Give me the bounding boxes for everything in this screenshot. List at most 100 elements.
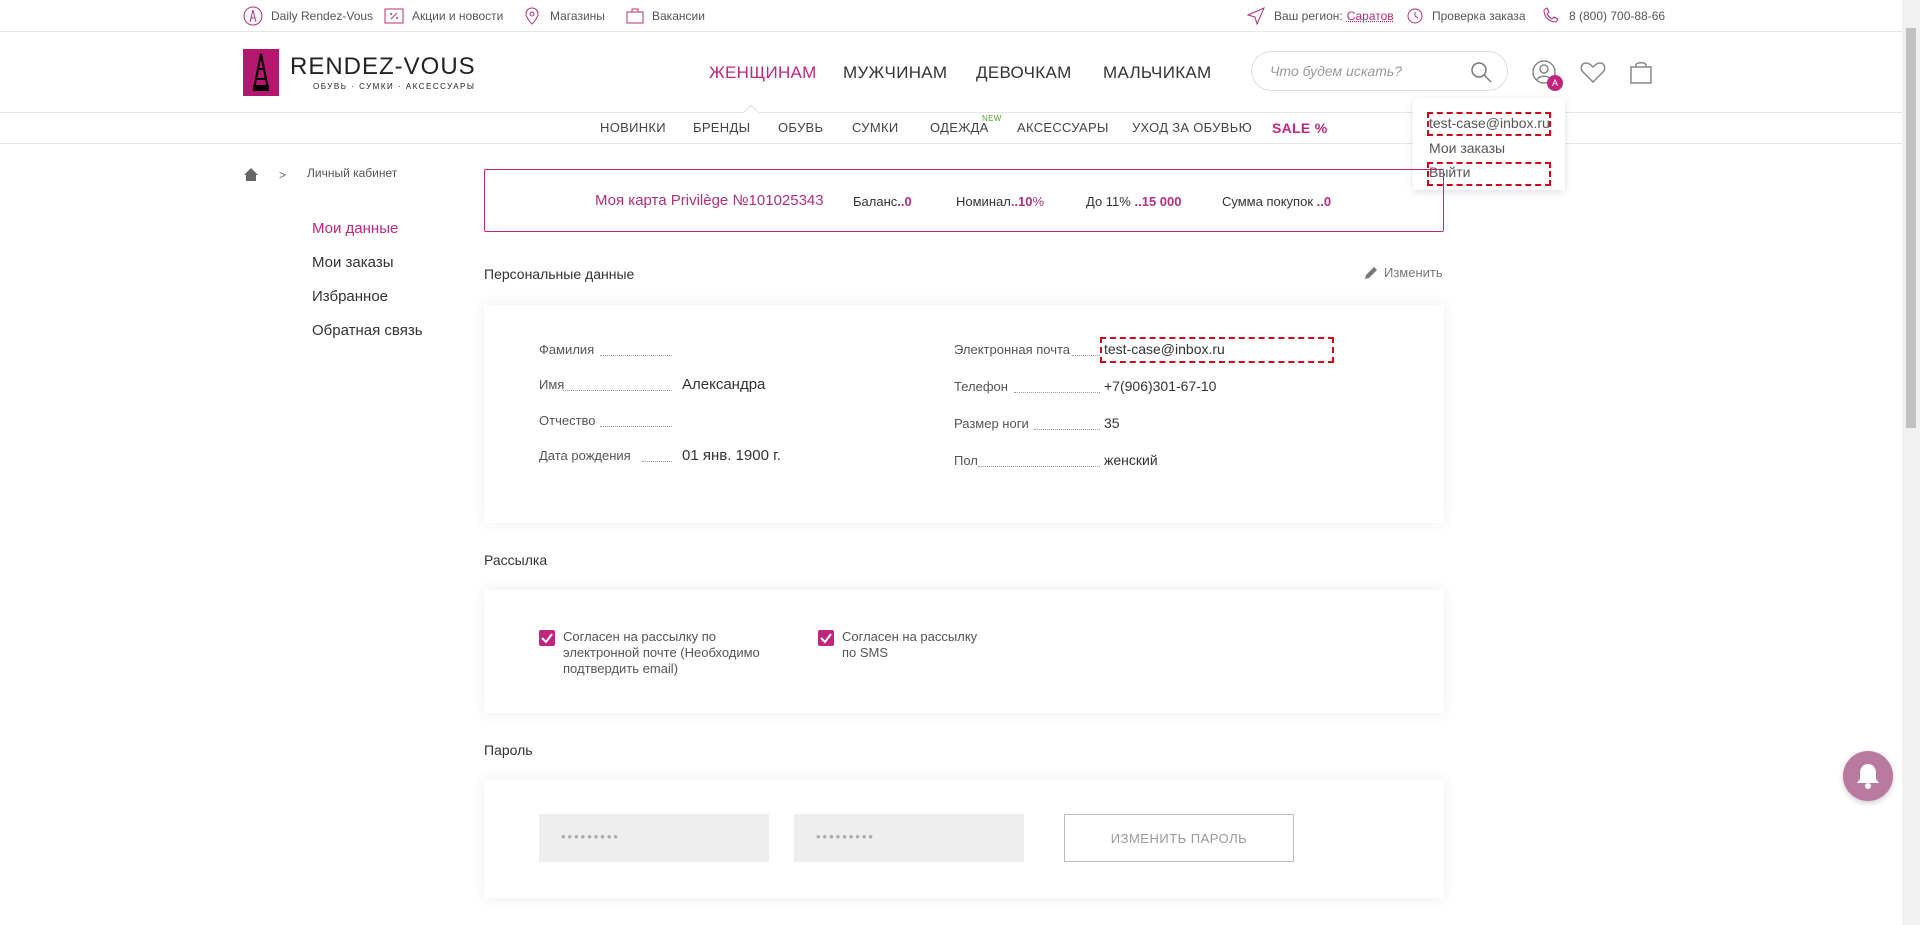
birthdate-dots [642,461,672,462]
subnav-accessories[interactable]: АКСЕССУАРЫ [1017,120,1109,135]
edit-link[interactable]: Изменить [1364,265,1443,280]
card-title: Моя карта Privilège №101025343 [595,192,824,209]
breadcrumb-current: Личный кабинет [307,166,398,180]
subnav-clothes-label: ОДЕЖДА [930,120,989,135]
sidebar-my-orders[interactable]: Мои заказы [312,254,394,271]
phone-dots [1014,392,1100,393]
email-label: Электронная почта [954,342,1071,357]
notifications-button[interactable] [1843,751,1893,801]
search-icon[interactable] [1469,60,1493,84]
foot-size-dots [1034,429,1100,430]
subnav-bags[interactable]: СУМКИ [852,120,898,135]
balance-value: ..0 [897,194,912,209]
favorites-heart[interactable] [1580,61,1606,88]
map-pin-icon [525,7,539,25]
main-header: RENDEZ-VOUS ОБУВЬ · СУМКИ · АКСЕССУАРЫ Ж… [0,33,1902,114]
logo-subtitle: ОБУВЬ · СУМКИ · АКСЕССУАРЫ [313,82,476,91]
breadcrumb-separator: > [279,168,287,182]
subnav-brands[interactable]: БРЕНДЫ [693,120,750,135]
jobs-link[interactable]: Вакансии [626,0,705,32]
nav-women[interactable]: ЖЕНЩИНАМ [709,63,817,83]
phone-icon [1543,7,1559,23]
birthdate-label: Дата рождения [539,448,631,463]
highlight-dropdown-email [1427,112,1551,136]
search-box[interactable]: Что будем искать? [1251,51,1508,91]
bell-icon [1857,764,1879,789]
promo-link[interactable]: Акции и новости [384,0,503,32]
password-field-1[interactable]: ••••••••• [539,814,769,862]
region-selector[interactable]: Ваш регион: Саратов [1246,0,1394,32]
highlight-dropdown-logout [1427,162,1551,186]
nav-girls[interactable]: ДЕВОЧКАМ [976,63,1072,83]
logo-mark[interactable] [243,49,279,96]
subnav-clothes[interactable]: ОДЕЖДА NEW [930,114,1001,135]
balance-label: Баланс [853,194,898,209]
password-title: Пароль [484,742,533,758]
personal-data-title: Персональные данные [484,266,635,282]
sidebar-my-data[interactable]: Мои данные [312,220,398,237]
sms-consent-checkbox[interactable] [818,630,834,646]
nominal-label: Номинал [956,194,1011,209]
category-nav: НОВИНКИ БРЕНДЫ ОБУВЬ СУМКИ ОДЕЖДА NEW АК… [0,114,1902,144]
phone-link[interactable]: 8 (800) 700-88-66 [1541,0,1665,32]
privilege-card: Моя карта Privilège №101025343 Баланс..0… [484,169,1444,232]
subnav-sale[interactable]: SALE % [1272,120,1327,136]
password-1-mask: ••••••••• [561,829,620,844]
phone-label: Телефон [954,379,1008,394]
scrollbar-thumb[interactable] [1906,28,1916,428]
edit-label: Изменить [1384,265,1443,280]
patronymic-dots [600,426,672,427]
sum-label: Сумма покупок [1222,194,1314,209]
email-consent-label[interactable]: Согласен на рассылку по электронной почт… [563,629,768,677]
logo-title[interactable]: RENDEZ-VOUS [290,53,476,81]
personal-data-panel: Фамилия Имя Александра Отчество Дата рож… [484,305,1444,523]
eiffel-logo-icon [253,53,269,91]
heart-icon [1580,62,1606,84]
email-consent-checkbox[interactable] [539,630,555,646]
stores-link[interactable]: Магазины [522,0,605,32]
card-upto: До 11% ..15 000 [1086,194,1181,209]
subnav-shoes[interactable]: ОБУВЬ [778,120,823,135]
home-icon[interactable] [243,167,259,182]
subnav-shoe-care[interactable]: УХОД ЗА ОБУВЬЮ [1132,120,1252,135]
nominal-value: ..10 [1010,194,1033,209]
subnav-new[interactable]: НОВИНКИ [600,120,666,135]
password-panel: ••••••••• ••••••••• ИЗМЕНИТЬ ПАРОЛЬ [484,780,1444,898]
sidebar-favorites[interactable]: Избранное [312,288,388,305]
navigation-arrow-icon [1246,7,1265,26]
dropdown-orders[interactable]: Мои заказы [1429,140,1505,156]
gender-value: женский [1104,452,1158,468]
check-icon [541,633,553,644]
password-2-mask: ••••••••• [816,829,875,844]
sum-value: ..0 [1316,194,1332,209]
pencil-icon [1365,266,1377,279]
nominal-unit: % [1032,194,1045,209]
order-check-link[interactable]: Проверка заказа [1406,0,1526,32]
sms-consent-label[interactable]: Согласен на рассылку по SMS [842,629,982,661]
phone-number: 8 (800) 700-88-66 [1569,9,1666,23]
gender-dots [978,466,1100,467]
firstname-value: Александра [682,376,766,393]
search-placeholder[interactable]: Что будем искать? [1270,63,1402,79]
jobs-label: Вакансии [652,9,705,23]
nav-men[interactable]: МУЖЧИНАМ [843,63,947,83]
region-value[interactable]: Саратов [1347,9,1394,23]
newsletter-title: Рассылка [484,552,548,568]
patronymic-label: Отчество [539,413,596,428]
sidebar-feedback[interactable]: Обратная связь [312,322,423,339]
password-field-2[interactable]: ••••••••• [794,814,1024,862]
region-label: Ваш регион: [1274,9,1343,23]
nav-boys[interactable]: МАЛЬЧИКАМ [1103,63,1212,83]
card-sum: Сумма покупок ..0 [1222,194,1331,209]
foot-size-label: Размер ноги [954,416,1029,431]
daily-link[interactable]: Daily Rendez-Vous [243,0,373,32]
order-check-label: Проверка заказа [1432,9,1526,23]
change-password-button[interactable]: ИЗМЕНИТЬ ПАРОЛЬ [1064,814,1294,862]
cart-bag-icon[interactable] [1629,60,1653,84]
stores-label: Магазины [550,9,605,23]
check-icon [820,633,832,644]
gender-label: Пол [954,453,978,468]
email-dots [1072,355,1100,356]
new-tag: NEW [982,114,1002,123]
page-scrollbar[interactable] [1902,0,1920,925]
